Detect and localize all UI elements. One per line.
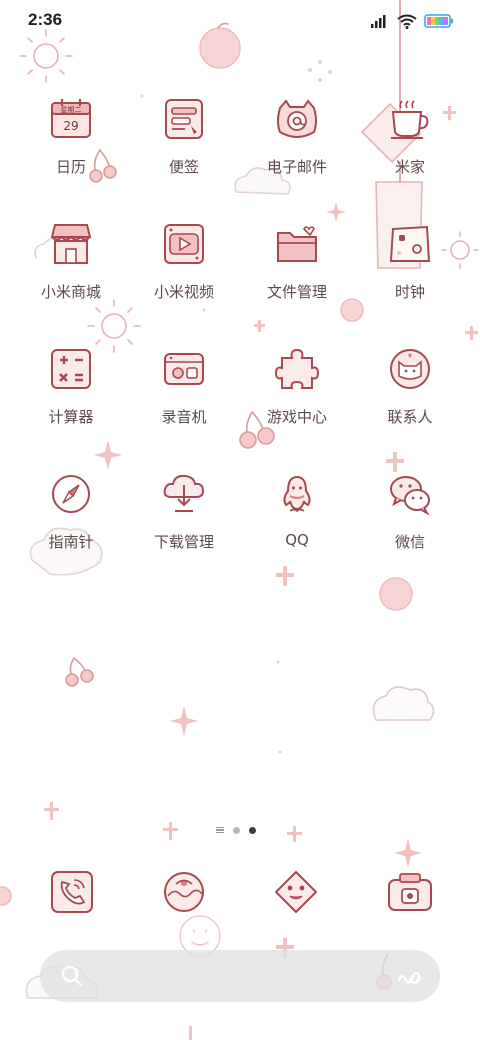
status-time: 2:36 xyxy=(28,10,63,29)
app-label: 小米视频 xyxy=(153,283,214,301)
app-label: 下载管理 xyxy=(153,533,214,551)
cellular-signal-icon xyxy=(371,15,386,28)
recorder-icon xyxy=(164,353,204,385)
status-icons xyxy=(370,12,454,30)
browser-icon[interactable] xyxy=(266,862,326,922)
messages-icon[interactable] xyxy=(154,862,214,922)
app-label: 日历 xyxy=(55,158,86,176)
wechat-icon xyxy=(390,476,430,516)
phone-icon[interactable] xyxy=(44,862,104,922)
app-label: 文件管理 xyxy=(266,283,327,301)
app-clock[interactable]: 时钟 xyxy=(360,221,460,331)
app-label: 联系人 xyxy=(387,408,433,426)
download-icon xyxy=(163,474,205,512)
app-label: 游戏中心 xyxy=(266,408,327,426)
folder-icon xyxy=(277,226,317,262)
page-indicator[interactable] xyxy=(216,824,266,836)
app-mi-home[interactable]: 米家 xyxy=(360,96,460,206)
app-label: 小米商城 xyxy=(40,283,101,301)
coffee-cup-icon xyxy=(391,100,429,139)
qq-icon xyxy=(283,475,311,513)
app-label: 微信 xyxy=(394,533,425,551)
status-bar: 2:36 xyxy=(0,0,480,42)
calculator-icon xyxy=(51,349,91,389)
app-qq[interactable]: QQ xyxy=(247,471,347,581)
battery-icon xyxy=(424,14,453,28)
search-icon[interactable] xyxy=(60,964,84,988)
app-compass[interactable]: 指南针 xyxy=(21,471,121,581)
compass-icon xyxy=(52,475,90,513)
app-game-center[interactable]: 游戏中心 xyxy=(247,346,347,456)
page-dot-active[interactable] xyxy=(249,826,256,834)
clock-icon xyxy=(389,225,431,262)
app-wechat[interactable]: 微信 xyxy=(360,471,460,581)
app-file-manager[interactable]: 文件管理 xyxy=(247,221,347,331)
app-calendar[interactable]: 星期二 29 日历 xyxy=(21,96,121,206)
search-bar[interactable] xyxy=(40,950,440,1002)
app-label: 录音机 xyxy=(161,408,207,426)
calendar-day: 29 xyxy=(63,119,78,133)
video-icon xyxy=(164,224,204,264)
app-label: 指南针 xyxy=(48,533,94,551)
app-label: 便签 xyxy=(168,158,199,176)
email-icon xyxy=(277,99,317,138)
menu-lines-icon xyxy=(216,826,224,834)
app-download-manager[interactable]: 下载管理 xyxy=(134,471,234,581)
camera-icon[interactable] xyxy=(380,862,440,922)
wifi-icon xyxy=(397,14,417,29)
xiao-ai-icon[interactable] xyxy=(396,964,422,988)
puzzle-icon xyxy=(274,348,320,389)
app-mi-video[interactable]: 小米视频 xyxy=(134,221,234,331)
app-label: 电子邮件 xyxy=(266,158,327,176)
app-label: QQ xyxy=(285,531,309,549)
app-notes[interactable]: 便签 xyxy=(134,96,234,206)
page-dot[interactable] xyxy=(233,826,240,834)
app-mi-store[interactable]: 小米商城 xyxy=(21,221,121,331)
app-label: 米家 xyxy=(394,158,425,176)
calendar-icon: 星期二 29 xyxy=(51,99,91,138)
app-contacts[interactable]: 联系人 xyxy=(360,346,460,456)
app-recorder[interactable]: 录音机 xyxy=(134,346,234,456)
app-calculator[interactable]: 计算器 xyxy=(21,346,121,456)
calendar-weekday: 星期二 xyxy=(61,106,82,114)
app-label: 时钟 xyxy=(394,283,425,301)
contacts-icon xyxy=(390,349,430,389)
app-email[interactable]: 电子邮件 xyxy=(247,96,347,206)
notes-icon xyxy=(165,99,203,139)
shop-icon xyxy=(50,224,92,264)
app-label: 计算器 xyxy=(48,408,94,426)
